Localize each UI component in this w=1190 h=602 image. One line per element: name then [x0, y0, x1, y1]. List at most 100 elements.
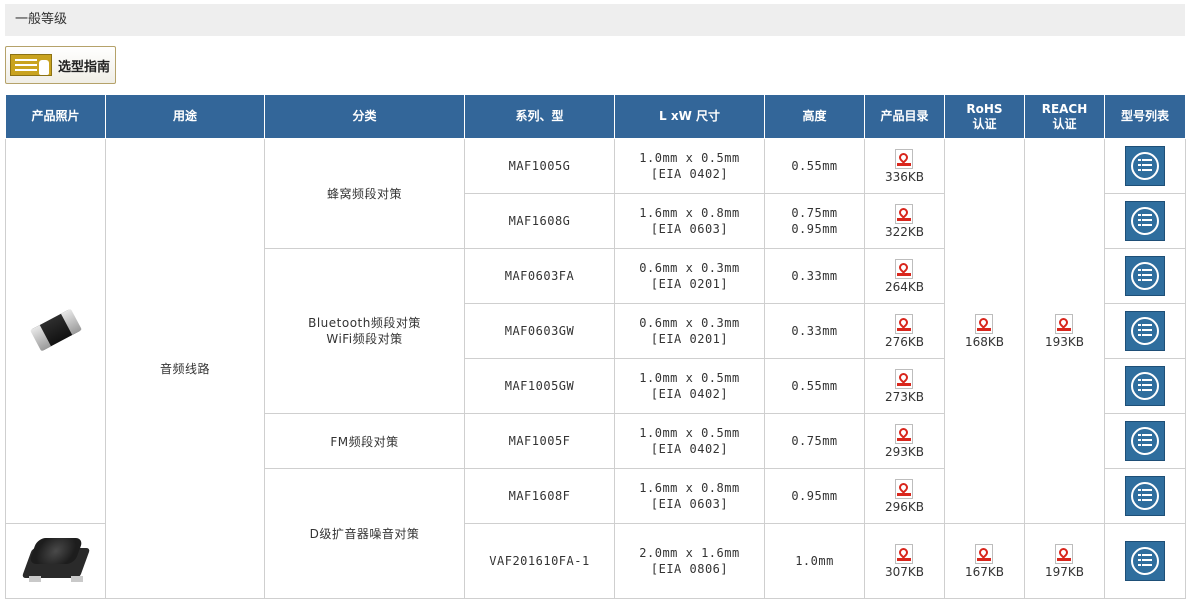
catalog-cell: 264KB [864, 248, 945, 304]
height-cell: 0.55mm [764, 358, 865, 414]
selection-guide-label: 选型指南 [58, 59, 111, 75]
category-bluetooth-wifi: Bluetooth频段对策 WiFi频段对策 [264, 248, 465, 414]
height-cell: 0.33mm [764, 303, 865, 359]
reach-download[interactable]: 197KB [1045, 543, 1084, 579]
size-cell: 2.0mm x 1.6mm [EIA 0806] [614, 523, 765, 599]
category-honeycomb: 蜂窝频段对策 [264, 138, 465, 249]
reach-cell: 197KB [1024, 523, 1105, 599]
part-list-cell [1104, 358, 1186, 414]
header-part-list: 型号列表 [1104, 94, 1186, 139]
series-link[interactable]: MAF1005GW [464, 358, 615, 414]
selection-guide-icon [10, 54, 52, 76]
pdf-icon [895, 543, 914, 564]
height-cell: 1.0mm [764, 523, 865, 599]
catalog-download[interactable]: 336KB [885, 148, 924, 184]
part-list-icon[interactable] [1125, 256, 1165, 296]
catalog-cell: 296KB [864, 468, 945, 524]
category-class-d: D级扩音器噪音对策 [264, 468, 465, 599]
pdf-icon [895, 258, 914, 279]
height-cell: 0.33mm [764, 248, 865, 304]
pdf-icon [895, 313, 914, 334]
table-header-row: 产品照片 用途 分类 系列、型 L xW 尺寸 高度 产品目录 RoHS 认证 … [5, 94, 1186, 139]
product-table: 产品照片 用途 分类 系列、型 L xW 尺寸 高度 产品目录 RoHS 认证 … [5, 94, 1186, 599]
part-list-icon[interactable] [1125, 421, 1165, 461]
height-cell: 0.75mm [764, 413, 865, 469]
part-list-icon[interactable] [1125, 311, 1165, 351]
reach-download[interactable]: 193KB [1045, 313, 1084, 349]
category-fm: FM频段对策 [264, 413, 465, 469]
height-cell: 0.75mm 0.95mm [764, 193, 865, 249]
size-cell: 0.6mm x 0.3mm [EIA 0201] [614, 303, 765, 359]
catalog-cell: 307KB [864, 523, 945, 599]
pdf-icon [895, 478, 914, 499]
catalog-cell: 322KB [864, 193, 945, 249]
pdf-icon [1055, 313, 1074, 334]
catalog-download[interactable]: 276KB [885, 313, 924, 349]
module-inductor-image [21, 532, 90, 588]
header-photo: 产品照片 [5, 94, 106, 139]
section-title: 一般等级 [5, 4, 1185, 36]
reach-cell: 193KB [1024, 138, 1105, 524]
series-link[interactable]: MAF1608F [464, 468, 615, 524]
catalog-download[interactable]: 293KB [885, 423, 924, 459]
rohs-cell: 168KB [944, 138, 1025, 524]
catalog-download[interactable]: 273KB [885, 368, 924, 404]
catalog-cell: 276KB [864, 303, 945, 359]
pdf-icon [1055, 543, 1074, 564]
series-link[interactable]: MAF1608G [464, 193, 615, 249]
part-list-cell [1104, 193, 1186, 249]
size-cell: 1.0mm x 0.5mm [EIA 0402] [614, 138, 765, 194]
rohs-download[interactable]: 168KB [965, 313, 1004, 349]
header-catalog: 产品目录 [864, 94, 945, 139]
catalog-download[interactable]: 264KB [885, 258, 924, 294]
header-usage: 用途 [105, 94, 265, 139]
pdf-icon [975, 313, 994, 334]
series-link[interactable]: VAF201610FA-1 [464, 523, 615, 599]
part-list-cell [1104, 413, 1186, 469]
size-cell: 1.0mm x 0.5mm [EIA 0402] [614, 358, 765, 414]
header-category: 分类 [264, 94, 465, 139]
size-cell: 1.6mm x 0.8mm [EIA 0603] [614, 193, 765, 249]
header-reach: REACH 认证 [1024, 94, 1105, 139]
header-rohs: RoHS 认证 [944, 94, 1025, 139]
product-photo-chip [5, 138, 106, 524]
usage-cell: 音频线路 [105, 138, 265, 599]
size-cell: 1.0mm x 0.5mm [EIA 0402] [614, 413, 765, 469]
part-list-cell [1104, 303, 1186, 359]
catalog-cell: 336KB [864, 138, 945, 194]
catalog-cell: 273KB [864, 358, 945, 414]
header-series: 系列、型 [464, 94, 615, 139]
series-link[interactable]: MAF0603FA [464, 248, 615, 304]
part-list-cell [1104, 468, 1186, 524]
series-link[interactable]: MAF1005G [464, 138, 615, 194]
height-cell: 0.95mm [764, 468, 865, 524]
catalog-download[interactable]: 296KB [885, 478, 924, 514]
pdf-icon [895, 203, 914, 224]
pdf-icon [975, 543, 994, 564]
product-photo-module [5, 523, 106, 599]
size-cell: 0.6mm x 0.3mm [EIA 0201] [614, 248, 765, 304]
part-list-icon[interactable] [1125, 146, 1165, 186]
catalog-cell: 293KB [864, 413, 945, 469]
table-row: 音频线路 蜂窝频段对策 MAF1005G 1.0mm x 0.5mm [EIA 0… [5, 138, 1186, 599]
part-list-icon[interactable] [1125, 366, 1165, 406]
rohs-cell: 167KB [944, 523, 1025, 599]
header-size: L xW 尺寸 [614, 94, 765, 139]
part-list-icon[interactable] [1125, 541, 1165, 581]
header-height: 高度 [764, 94, 865, 139]
series-link[interactable]: MAF0603GW [464, 303, 615, 359]
size-cell: 1.6mm x 0.8mm [EIA 0603] [614, 468, 765, 524]
catalog-download[interactable]: 307KB [885, 543, 924, 579]
pdf-icon [895, 368, 914, 389]
part-list-cell [1104, 248, 1186, 304]
part-list-cell [1104, 523, 1186, 599]
part-list-icon[interactable] [1125, 476, 1165, 516]
part-list-icon[interactable] [1125, 201, 1165, 241]
rohs-download[interactable]: 167KB [965, 543, 1004, 579]
catalog-download[interactable]: 322KB [885, 203, 924, 239]
pdf-icon [895, 148, 914, 169]
selection-guide-button[interactable]: 选型指南 [5, 46, 116, 84]
height-cell: 0.55mm [764, 138, 865, 194]
chip-inductor-image [26, 308, 86, 351]
series-link[interactable]: MAF1005F [464, 413, 615, 469]
